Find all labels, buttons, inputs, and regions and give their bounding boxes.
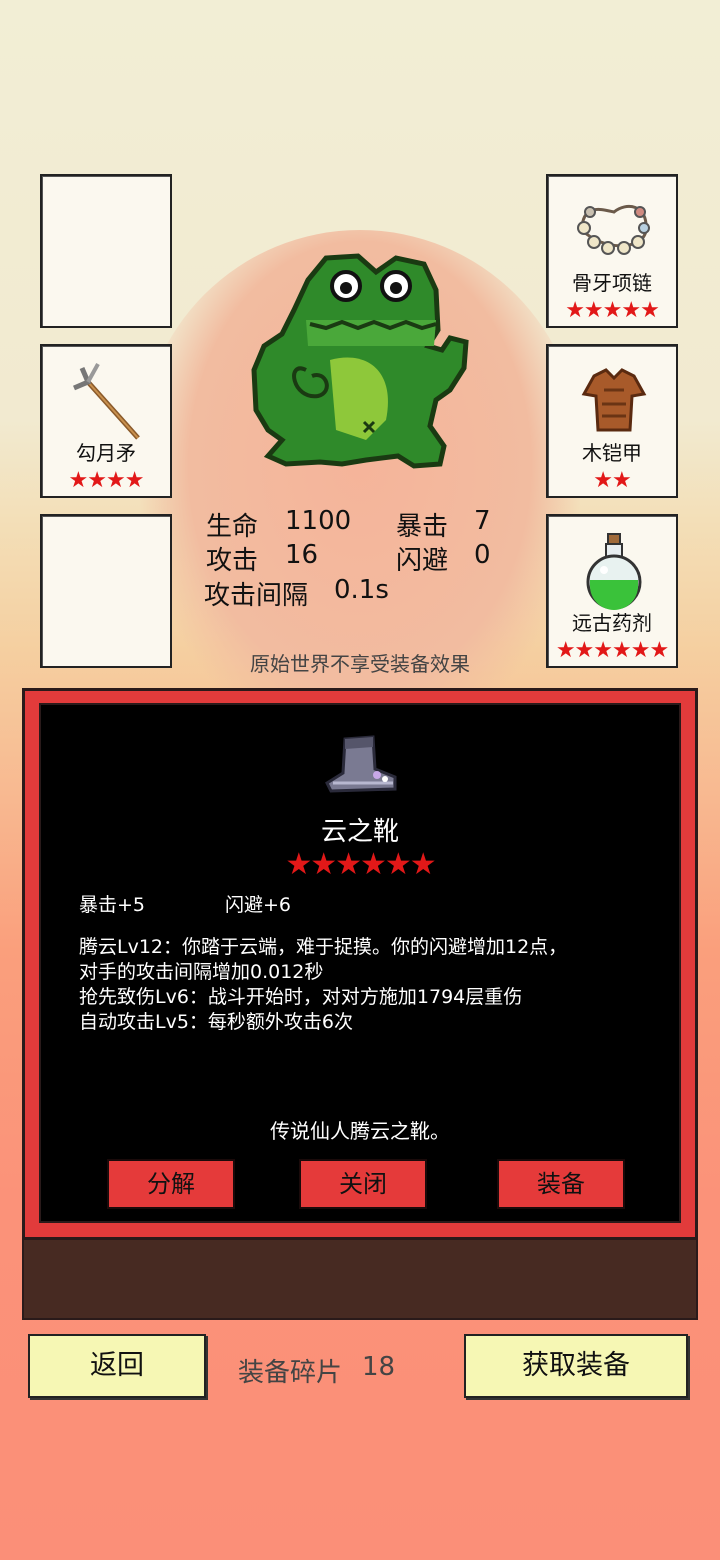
stat-hp-value: 1100 (285, 506, 352, 536)
slot-stars: ★★ (593, 468, 631, 493)
slot-stars: ★★★★ (68, 468, 145, 493)
slot-name: 远古药剂 (572, 611, 652, 635)
equipment-note: 原始世界不享受装备效果 (250, 652, 470, 676)
slot-name: 勾月矛 (76, 441, 136, 465)
stat-crit-value: 7 (474, 506, 491, 536)
equip-slot-left-2[interactable]: 勾月矛 ★★★★ (40, 344, 172, 498)
item-attr-dodge: 闪避+6 (225, 894, 292, 916)
item-attr-crit: 暴击+5 (79, 894, 146, 916)
item-skill-line: 自动攻击Lv5：每秒额外攻击6次 (79, 1011, 354, 1033)
slot-name: 骨牙项链 (572, 271, 652, 295)
item-skill-line: 对手的攻击间隔增加0.012秒 (79, 961, 324, 983)
stat-atk-value: 16 (285, 540, 319, 570)
frog-character-icon (251, 253, 469, 469)
stat-interval-value: 0.1s (334, 575, 389, 605)
stat-interval-label: 攻击间隔 (204, 581, 309, 611)
stat-hp-label: 生命 (206, 512, 259, 542)
stat-crit-label: 暴击 (396, 512, 449, 542)
necklace-icon (577, 204, 650, 255)
stat-dodge-value: 0 (474, 540, 491, 570)
decompose-button[interactable]: 分解 (107, 1159, 235, 1209)
item-skill-line: 腾云Lv12：你踏于云端，难于捉摸。你的闪避增加12点， (79, 936, 568, 958)
panel-base (22, 1238, 698, 1320)
item-stars: ★★★★★★ (285, 847, 436, 882)
fragments-label: 装备碎片 (238, 1358, 343, 1388)
item-skill-line: 抢先致伤Lv6：战斗开始时，对对方施加1794层重伤 (79, 986, 523, 1008)
item-detail-inner: 云之靴 ★★★★★★ 暴击+5 闪避+6 腾云Lv12：你踏于云端，难于捉摸。你… (39, 703, 681, 1223)
boots-icon (325, 735, 397, 793)
fragments-value: 18 (362, 1352, 396, 1382)
equip-slot-right-3[interactable]: 远古药剂 ★★★★★★ (546, 514, 678, 668)
close-button[interactable]: 关闭 (299, 1159, 427, 1209)
armor-icon (581, 368, 647, 432)
item-name: 云之靴 (320, 817, 399, 847)
equip-slot-right-1[interactable]: 骨牙项链 ★★★★★ (546, 174, 678, 328)
equip-slot-left-1[interactable] (40, 174, 172, 328)
spear-icon (73, 363, 140, 440)
equip-slot-right-2[interactable]: 木铠甲 ★★ (546, 344, 678, 498)
potion-icon (586, 533, 642, 610)
slot-name: 木铠甲 (582, 441, 642, 465)
back-button[interactable]: 返回 (28, 1334, 206, 1398)
stat-atk-label: 攻击 (206, 546, 259, 576)
equip-button[interactable]: 装备 (497, 1159, 625, 1209)
equip-slot-left-3[interactable] (40, 514, 172, 668)
stat-dodge-label: 闪避 (396, 546, 449, 576)
item-flavor-text: 传说仙人腾云之靴。 (270, 1119, 450, 1143)
item-detail-panel: 云之靴 ★★★★★★ 暴击+5 闪避+6 腾云Lv12：你踏于云端，难于捉摸。你… (22, 688, 698, 1240)
slot-stars: ★★★★★ (565, 298, 660, 323)
get-equipment-button[interactable]: 获取装备 (464, 1334, 688, 1398)
